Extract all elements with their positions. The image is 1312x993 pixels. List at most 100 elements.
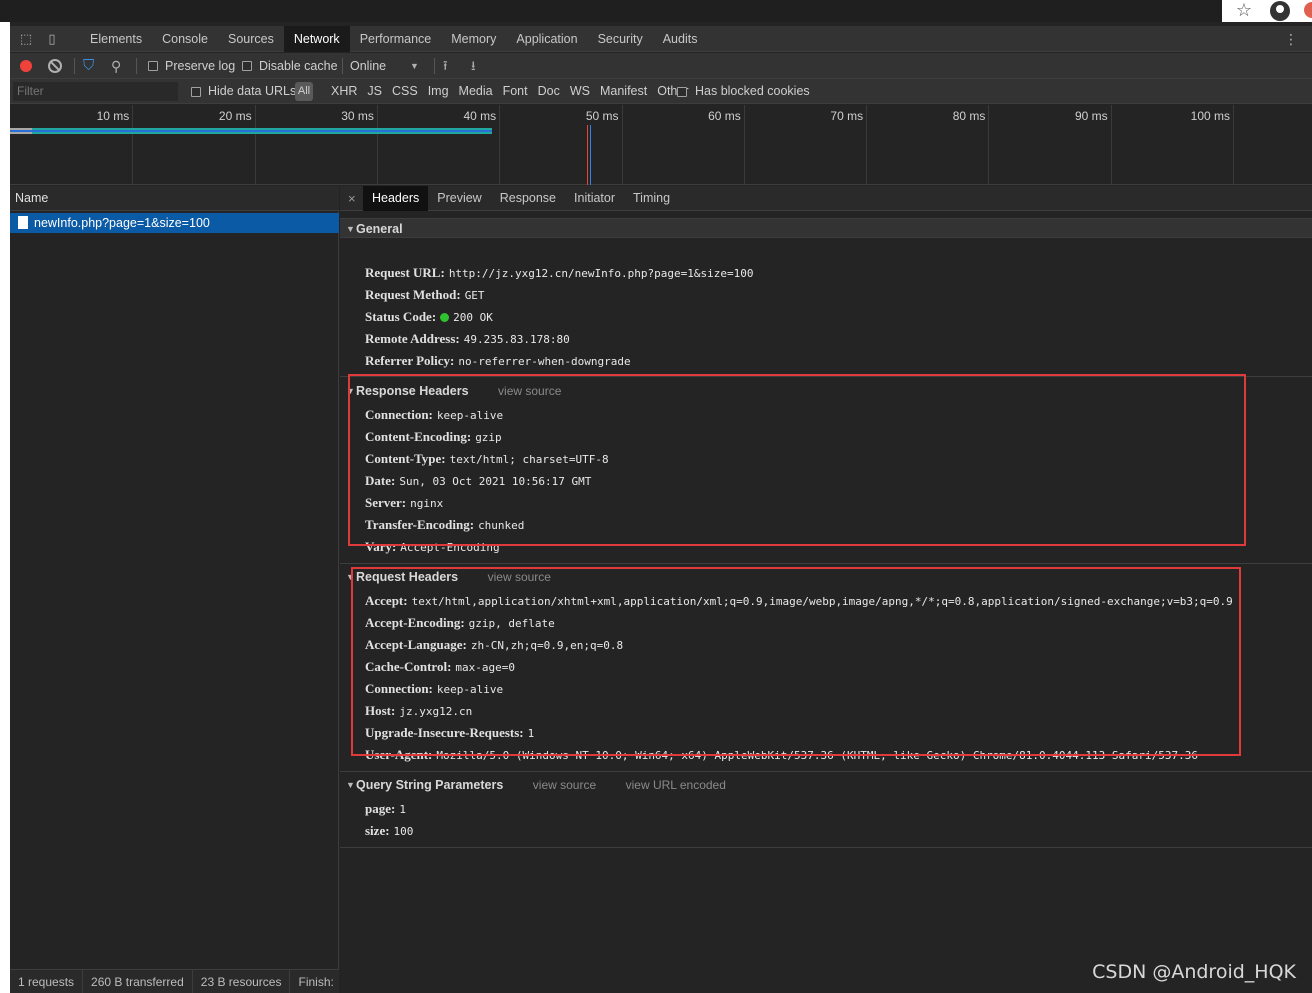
star-icon[interactable]: ☆ [1236, 0, 1252, 21]
query-param-row: page: 1 [365, 798, 406, 820]
request-header-row: Connection: keep-alive [365, 678, 503, 700]
filter-type-manifest[interactable]: Manifest [595, 79, 652, 104]
header-value: 100 [393, 825, 414, 838]
filter-type-font[interactable]: Font [498, 79, 533, 104]
filter-icon[interactable]: ⛉ [83, 53, 94, 79]
tab-security[interactable]: Security [588, 26, 653, 52]
header-key: Upgrade-Insecure-Requests: [365, 725, 524, 740]
response-header-row: Server: nginx [365, 492, 443, 514]
search-icon[interactable]: ⚲ [111, 53, 121, 79]
header-value: gzip, deflate [468, 617, 555, 630]
header-key: size: [365, 823, 390, 838]
tab-network[interactable]: Network [283, 26, 350, 52]
general-section-header[interactable]: ▼ General [340, 218, 1312, 238]
toolbar-separator [434, 58, 435, 74]
hide-data-urls-checkbox[interactable] [191, 87, 201, 97]
inspect-element-icon[interactable]: ⬚ [18, 31, 34, 47]
request-view-source-link[interactable]: view source [488, 570, 551, 584]
account-icon[interactable] [1270, 1, 1290, 21]
detail-tab-headers[interactable]: Headers [363, 186, 429, 211]
request-headers-title: Request Headers [356, 570, 459, 584]
disable-cache-label: Disable cache [259, 59, 338, 73]
request-row[interactable]: newInfo.php?page=1&size=100 [10, 213, 339, 233]
header-key: Connection: [365, 681, 433, 696]
header-key: page: [365, 801, 396, 816]
detail-tab-initiator[interactable]: Initiator [565, 186, 624, 211]
response-header-row: Vary: Accept-Encoding [365, 536, 500, 558]
tab-console[interactable]: Console [152, 26, 218, 52]
tab-performance[interactable]: Performance [350, 26, 442, 52]
request-list: Name newInfo.php?page=1&size=100 1 reque… [10, 186, 343, 993]
query-params-section-header[interactable]: ▼ Query String Parameters view source vi… [340, 775, 1312, 795]
timeline-gridline [499, 105, 501, 185]
header-value: max-age=0 [455, 661, 516, 674]
name-column-header[interactable]: Name [10, 186, 339, 211]
timeline-gridline [254, 105, 256, 185]
header-key: Vary: [365, 539, 397, 554]
close-icon[interactable]: × [348, 186, 356, 211]
filter-type-img[interactable]: Img [423, 79, 454, 104]
response-headers-section-header[interactable]: ▼ Response Headers view source [340, 381, 1312, 401]
waterfall-bar-download [10, 130, 492, 132]
response-view-source-link[interactable]: view source [498, 384, 561, 398]
filter-type-xhr[interactable]: XHR [326, 79, 362, 104]
more-options-icon[interactable]: ⋮ [1284, 26, 1298, 52]
timeline-tick-label: 60 ms [708, 109, 741, 123]
tab-audits[interactable]: Audits [653, 26, 708, 52]
record-button[interactable] [20, 60, 32, 72]
filter-type-doc[interactable]: Doc [533, 79, 565, 104]
device-toolbar-icon[interactable]: ▯ [44, 31, 60, 47]
header-value: gzip [475, 431, 502, 444]
disable-cache-checkbox[interactable] [242, 61, 252, 71]
throttling-select[interactable]: Online [350, 53, 386, 79]
query-view-url-encoded-link[interactable]: view URL encoded [626, 778, 726, 792]
timeline-tick-label: 90 ms [1075, 109, 1108, 123]
filter-type-ws[interactable]: WS [565, 79, 595, 104]
tab-elements[interactable]: Elements [80, 26, 152, 52]
devtools-panel: ⬚ ▯ Elements Console Sources Network Perform… [10, 22, 1312, 993]
filter-bar: Hide data URLs All XHRJSCSSImgMediaFontD… [10, 79, 1312, 104]
import-har-icon[interactable]: ⭱ [443, 53, 448, 79]
export-har-icon[interactable]: ⭳ [471, 53, 476, 79]
tab-memory[interactable]: Memory [441, 26, 506, 52]
general-title: General [356, 222, 403, 236]
toolbar-separator [74, 58, 75, 74]
browser-top-strip: ☆ [0, 0, 1312, 22]
filter-type-all[interactable]: All [295, 82, 313, 101]
request-header-row: Accept-Language: zh-CN,zh;q=0.9,en;q=0.8 [365, 634, 623, 656]
clear-button[interactable] [48, 59, 62, 73]
header-key: User-Agent: [365, 747, 433, 762]
detail-tab-preview[interactable]: Preview [428, 186, 490, 211]
response-header-row: Content-Encoding: gzip [365, 426, 502, 448]
header-value: text/html; charset=UTF-8 [449, 453, 609, 466]
query-view-source-link[interactable]: view source [533, 778, 596, 792]
timeline-gridline [1233, 105, 1234, 185]
header-value: no-referrer-when-downgrade [458, 355, 631, 368]
extension-icon[interactable] [1304, 2, 1312, 18]
detail-tab-timing[interactable]: Timing [624, 186, 679, 211]
has-blocked-cookies-checkbox[interactable] [677, 87, 687, 97]
filter-type-other[interactable]: Other [652, 79, 693, 104]
preserve-log-checkbox[interactable] [148, 61, 158, 71]
timeline-overview[interactable]: 10 ms 20 ms 30 ms 40 ms 50 ms 60 ms 70 ms 80 ms… [10, 105, 1312, 185]
response-header-row: Connection: keep-alive [365, 404, 503, 426]
request-headers-section-header[interactable]: ▼ Request Headers view source [340, 567, 1312, 587]
tab-sources[interactable]: Sources [218, 26, 284, 52]
tab-application[interactable]: Application [506, 26, 587, 52]
document-icon [18, 216, 28, 229]
header-value: Accept-Encoding [400, 541, 500, 554]
section-divider [340, 376, 1312, 377]
filter-input[interactable] [13, 82, 178, 101]
triangle-down-icon: ▼ [346, 780, 355, 790]
timeline-gridline [376, 105, 378, 185]
filter-type-media[interactable]: Media [454, 79, 498, 104]
filter-type-js[interactable]: JS [362, 79, 387, 104]
query-params-title: Query String Parameters [356, 778, 504, 792]
status-item: Finish: [290, 970, 343, 993]
detail-tab-response[interactable]: Response [491, 186, 565, 211]
request-detail-pane: × Headers Preview Response Initiator Timing … [340, 186, 1312, 993]
chevron-down-icon[interactable]: ▼ [410, 53, 419, 79]
toolbar-separator [342, 58, 343, 74]
filter-type-css[interactable]: CSS [387, 79, 423, 104]
header-key: Status Code: [365, 309, 437, 324]
